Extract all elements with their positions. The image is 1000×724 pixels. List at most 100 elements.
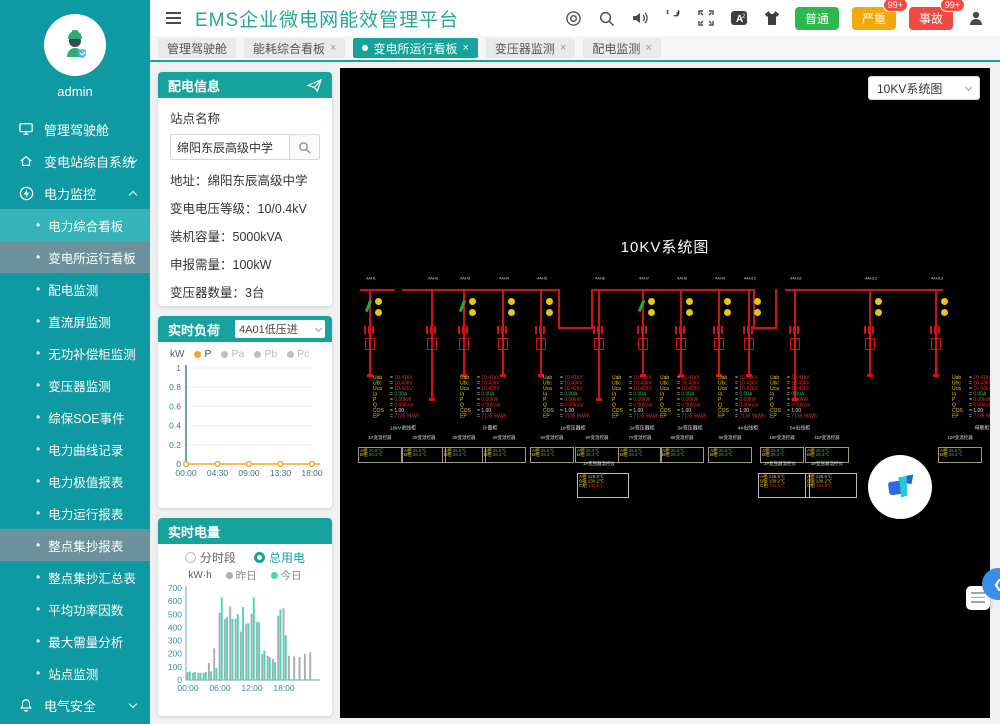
legend-item-P[interactable]: P — [194, 348, 211, 360]
sidebar-item-0[interactable]: 管理驾驶舱 — [0, 113, 150, 145]
yellow-indicator — [508, 309, 515, 316]
current-transformer — [675, 326, 685, 334]
svg-text:600: 600 — [168, 596, 182, 606]
yellow-indicator — [648, 309, 655, 316]
sidebar-subitem-8[interactable]: •变压器监测 — [0, 369, 150, 401]
meter-box-6: 7#变温控器A相 25.6℃B相 26.3℃ — [618, 434, 662, 463]
current-transformer — [364, 326, 374, 334]
chevron-down-icon — [129, 699, 137, 707]
realtime-load-panel: 实时负荷 4A01低压进 kWPPaPbPc 00.20.40.60.8100:… — [158, 316, 332, 508]
sidebar-item-1[interactable]: 变电站综自系统 — [0, 145, 150, 177]
speaker-icon[interactable] — [630, 8, 650, 28]
meter-rows: A相 25.6℃B相 26.3℃ — [443, 448, 485, 457]
svg-text:12:00: 12:00 — [241, 683, 263, 693]
energy-bar-chart: 010020030040050060070000:0006:0012:0018:… — [158, 583, 326, 705]
send-icon[interactable] — [307, 78, 322, 93]
bullet-icon: • — [36, 314, 40, 328]
tab-0[interactable]: 管理驾驶舱 — [158, 38, 236, 58]
fullscreen-icon[interactable] — [696, 8, 716, 28]
site-search-input[interactable] — [170, 134, 290, 160]
svg-text:500: 500 — [168, 609, 182, 619]
feeder-label: 4AH10 — [741, 276, 759, 281]
legend-item-今日[interactable]: 今日 — [271, 568, 302, 583]
breaker-symbol — [676, 338, 686, 350]
meter-label: 6#变温控器 — [575, 434, 619, 441]
sidebar-subitem-5[interactable]: •配电监测 — [0, 273, 150, 305]
sidebar-subitem-11[interactable]: •电力极值报表 — [0, 465, 150, 497]
sidebar-subitem-9[interactable]: •综保SOE事件 — [0, 401, 150, 433]
alarm-badge-0[interactable]: 普通 — [795, 7, 839, 30]
current-transformer — [743, 326, 753, 334]
radio-0[interactable]: 分时段 — [185, 549, 236, 566]
sidebar-item-18[interactable]: 电气安全 — [0, 689, 150, 721]
sidebar-item-2[interactable]: 电力监控 — [0, 177, 150, 209]
legend-dot — [254, 351, 261, 358]
bullet-icon: • — [36, 506, 40, 520]
close-icon[interactable]: × — [560, 42, 566, 54]
data-block-rows: Uab= 10.41kVUbc= 10.43kVUca= 10.42kVIa= … — [373, 375, 435, 419]
sidebar-subitem-13[interactable]: •整点集抄报表 — [0, 529, 150, 561]
search-button[interactable] — [290, 134, 320, 160]
legend-label: Pa — [231, 348, 244, 360]
search-icon[interactable] — [597, 8, 617, 28]
sidebar-subitem-14[interactable]: •整点集抄汇总表 — [0, 561, 150, 593]
meter-box-2: 3#变温控器 A相 25.6℃B相 26.3℃ — [442, 434, 486, 463]
sidebar-subitem-12[interactable]: •电力运行报表 — [0, 497, 150, 529]
meter-label: 8#变温控器 — [660, 434, 704, 441]
refresh-icon[interactable] — [663, 8, 683, 28]
distribution-info-panel: 配电信息 站点名称 地址：绵阳东辰高级中学变电电压等级：10/0.4kV装机容量… — [158, 72, 332, 306]
sidebar-subitem-4[interactable]: •变电所运行看板 — [0, 241, 150, 273]
tab-2[interactable]: 变电所运行看板× — [353, 38, 477, 58]
font-size-icon[interactable]: A2 — [729, 8, 749, 28]
alarm-badge-2[interactable]: 事故99+ — [909, 7, 953, 30]
sidebar: admin 管理驾驶舱变电站综自系统电力监控•电力综合看板•变电所运行看板•配电… — [0, 0, 150, 724]
sidebar-subitem-7[interactable]: •无功补偿柜监测 — [0, 337, 150, 369]
meter-box-1: 2#变温控器A相 25.6℃B相 26.3℃ — [402, 434, 446, 463]
feeder-select[interactable]: 4A01低压进 — [234, 319, 326, 339]
hamburger-icon[interactable] — [166, 12, 181, 24]
user-icon[interactable] — [966, 8, 986, 28]
realtime-energy-panel: 实时电量 分时段总用电 kW·h昨日今日 0100200300400500600… — [158, 518, 332, 716]
sidebar-subitem-15[interactable]: •平均功率因数 — [0, 593, 150, 625]
todesk-logo — [868, 455, 932, 519]
sidebar-subitem-6[interactable]: •直流屏监测 — [0, 305, 150, 337]
radio-1[interactable]: 总用电 — [254, 549, 305, 566]
feeder-end — [933, 374, 939, 377]
tab-4[interactable]: 配电监测× — [583, 38, 660, 58]
theme-icon[interactable] — [762, 8, 782, 28]
temp-controller-label: 1#变压器温控仪 — [577, 460, 621, 467]
close-icon[interactable]: × — [645, 42, 651, 54]
yellow-indicator — [724, 309, 731, 316]
yellow-indicator — [941, 309, 948, 316]
tab-3[interactable]: 变压器监测× — [486, 38, 575, 58]
sidebar-subitem-3[interactable]: •电力综合看板 — [0, 209, 150, 241]
sidebar-subitem-16[interactable]: •最大需量分析 — [0, 625, 150, 657]
data-block-rows: Uab= 10.41kVUbc= 10.43kVUca= 10.42kVIa= … — [543, 375, 605, 419]
diagram-select[interactable]: 10KV系统图 — [868, 76, 980, 100]
current-transformer — [535, 326, 545, 334]
meter-label: 4#变温控器 — [482, 434, 526, 441]
bullet-icon: • — [36, 602, 40, 616]
legend-item-Pa[interactable]: Pa — [221, 348, 244, 360]
meter-values: A相 25.6℃B相 26.3℃ — [660, 447, 704, 463]
target-icon[interactable] — [564, 8, 584, 28]
yellow-indicator — [686, 309, 693, 316]
energy-mode-radios: 分时段 总用电 — [158, 544, 332, 566]
feeder-label: 4AH9 — [711, 276, 729, 281]
close-icon[interactable]: × — [462, 42, 468, 54]
sidebar-subitem-17[interactable]: •站点监测 — [0, 657, 150, 689]
tab-1[interactable]: 能耗综合看板 × — [244, 38, 345, 58]
legend-item-Pc[interactable]: Pc — [287, 348, 309, 360]
close-icon[interactable]: × — [330, 42, 336, 54]
bullet-icon: • — [36, 410, 40, 424]
legend-item-Pb[interactable]: Pb — [254, 348, 277, 360]
cabinet-label: 5#出线柜 — [773, 424, 828, 431]
avatar[interactable] — [44, 14, 106, 76]
legend-item-昨日[interactable]: 昨日 — [226, 568, 257, 583]
breaker-symbol — [536, 338, 546, 350]
alarm-badge-1[interactable]: 严重99+ — [852, 7, 896, 30]
tab-label: 能耗综合看板 — [253, 40, 325, 57]
meter-label: 3#变温控器 — [442, 434, 486, 441]
temp-controller-label: 3#变压器温控仪 — [805, 460, 849, 467]
sidebar-subitem-10[interactable]: •电力曲线记录 — [0, 433, 150, 465]
